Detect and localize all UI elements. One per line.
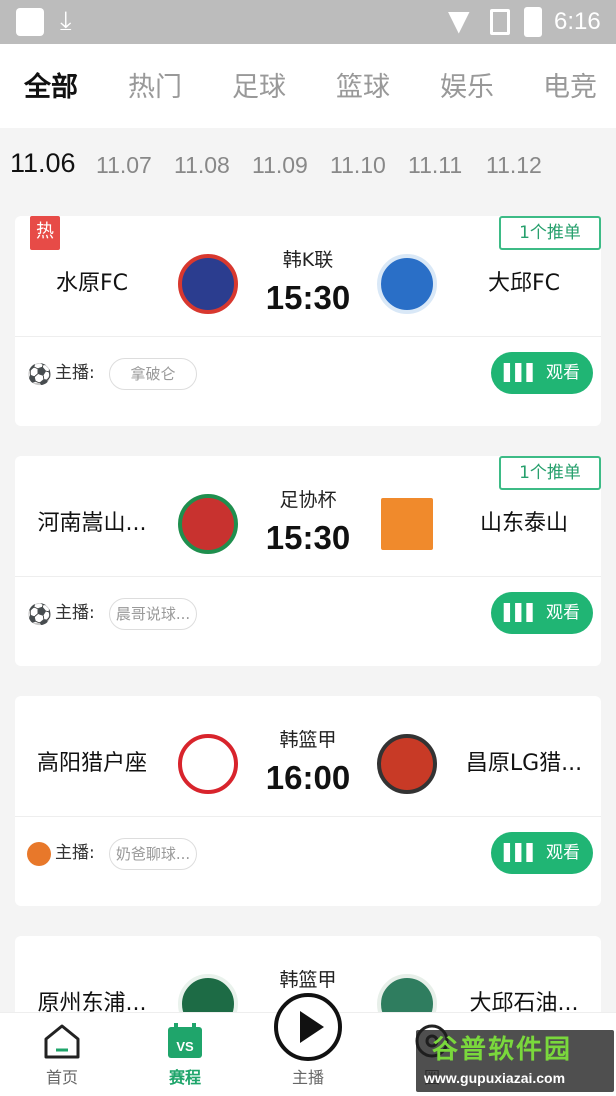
nav-home[interactable]: 首页: [22, 1021, 102, 1089]
host-label: 主播:: [55, 603, 95, 623]
tab-hot[interactable]: 热门: [128, 68, 182, 108]
watermark-title: 谷普软件园: [432, 1035, 573, 1065]
nav-home-label: 首页: [45, 1068, 78, 1087]
date-item[interactable]: 11.07: [96, 148, 152, 182]
host-label: 主播:: [55, 363, 95, 383]
away-team-logo-icon: [377, 494, 437, 554]
host-chip[interactable]: 晨哥说球...: [109, 598, 197, 630]
soccer-ball-icon: ⚽: [27, 362, 52, 386]
watermark-url: www.gupuxiazai.com: [424, 1070, 566, 1086]
divider: [15, 816, 601, 817]
date-item[interactable]: 11.11: [408, 148, 462, 182]
host-chip[interactable]: 奶爸聊球...: [109, 838, 197, 870]
kickoff-time: 16:00: [265, 759, 351, 796]
away-team-logo-icon: [377, 734, 437, 794]
wifi-icon: ▼: [448, 4, 470, 37]
divider: [15, 576, 601, 577]
host-chip[interactable]: 拿破仑: [109, 358, 197, 390]
tab-entertainment[interactable]: 娱乐: [440, 68, 494, 108]
stats-bars-icon: ▌▌▌: [504, 363, 539, 382]
tab-esports[interactable]: 电竞: [543, 68, 597, 108]
notification-icon: [16, 8, 44, 36]
stats-bars-icon: ▌▌▌: [504, 603, 539, 622]
date-item[interactable]: 11.10: [330, 148, 386, 182]
away-team-name: 山东泰山: [479, 511, 568, 536]
watch-label: 观看: [545, 363, 580, 383]
date-item[interactable]: 11.06: [10, 146, 76, 180]
watch-button[interactable]: ▌▌▌ 观看: [491, 592, 593, 634]
watch-button[interactable]: ▌▌▌ 观看: [491, 352, 593, 394]
hot-badge: 热: [30, 216, 60, 250]
date-selector: 11.06 11.07 11.08 11.09 11.10 11.11 11.1…: [0, 128, 616, 204]
away-team-logo-icon: [377, 254, 437, 314]
match-card[interactable]: 1个推单 河南嵩山... 足协杯 15:30 山东泰山 ⚽ 主播: 晨哥说球..…: [15, 456, 601, 666]
battery-icon: [524, 7, 542, 37]
watch-label: 观看: [545, 603, 580, 623]
date-item[interactable]: 11.09: [252, 148, 308, 182]
nav-live-label[interactable]: 主播: [268, 1067, 348, 1089]
watermark: 谷普软件园 www.gupuxiazai.com: [416, 1030, 614, 1092]
watch-label: 观看: [545, 843, 580, 863]
status-time: 6:16: [554, 8, 601, 35]
away-team-name: 昌原LG猎...: [465, 751, 583, 776]
away-team-name: 大邱FC: [487, 271, 561, 296]
match-card[interactable]: 热 1个推单 水原FC 韩K联 15:30 大邱FC ⚽ 主播: 拿破仑 ▌▌▌…: [15, 216, 601, 426]
date-item[interactable]: 11.08: [174, 148, 230, 182]
basketball-icon: [27, 842, 51, 866]
host-label: 主播:: [55, 843, 95, 863]
home-icon: [44, 1024, 80, 1059]
kickoff-time: 15:30: [265, 519, 351, 556]
league-name: 韩篮甲: [279, 969, 337, 991]
calendar-vs-text: VS: [176, 1039, 194, 1054]
recommend-badge[interactable]: 1个推单: [499, 216, 601, 250]
recommend-badge[interactable]: 1个推单: [499, 456, 601, 490]
category-tabs: 全部 热门 足球 篮球 娱乐 电竞: [0, 44, 616, 128]
soccer-ball-icon: ⚽: [27, 602, 52, 626]
divider: [15, 336, 601, 337]
nav-schedule-label: 赛程: [168, 1068, 201, 1087]
stats-bars-icon: ▌▌▌: [504, 843, 539, 862]
home-team-logo-icon: [178, 254, 238, 314]
nav-schedule[interactable]: VS 赛程: [145, 1021, 225, 1089]
watch-button[interactable]: ▌▌▌ 观看: [491, 832, 593, 874]
no-sim-icon: [490, 9, 510, 35]
home-team-logo-icon: [178, 734, 238, 794]
home-team-name: 高阳猎户座: [36, 751, 147, 776]
tab-basketball[interactable]: 篮球: [336, 68, 390, 108]
status-bar: ⤓ ▼ 6:16: [0, 0, 616, 44]
kickoff-time: 15:30: [265, 279, 351, 316]
league-name: 足协杯: [279, 489, 337, 511]
league-name: 韩篮甲: [279, 729, 337, 751]
league-name: 韩K联: [282, 249, 334, 271]
download-icon: ⤓: [60, 6, 72, 36]
home-team-name: 水原FC: [55, 271, 129, 296]
play-icon[interactable]: [274, 993, 342, 1061]
tab-football[interactable]: 足球: [232, 68, 286, 108]
home-team-name: 河南嵩山...: [37, 511, 147, 536]
date-item[interactable]: 11.12: [486, 148, 542, 182]
calendar-vs-icon: VS: [168, 1023, 202, 1058]
tab-all[interactable]: 全部: [24, 68, 78, 108]
home-team-logo-icon: [178, 494, 238, 554]
match-card[interactable]: 高阳猎户座 韩篮甲 16:00 昌原LG猎... 主播: 奶爸聊球... ▌▌▌…: [15, 696, 601, 906]
